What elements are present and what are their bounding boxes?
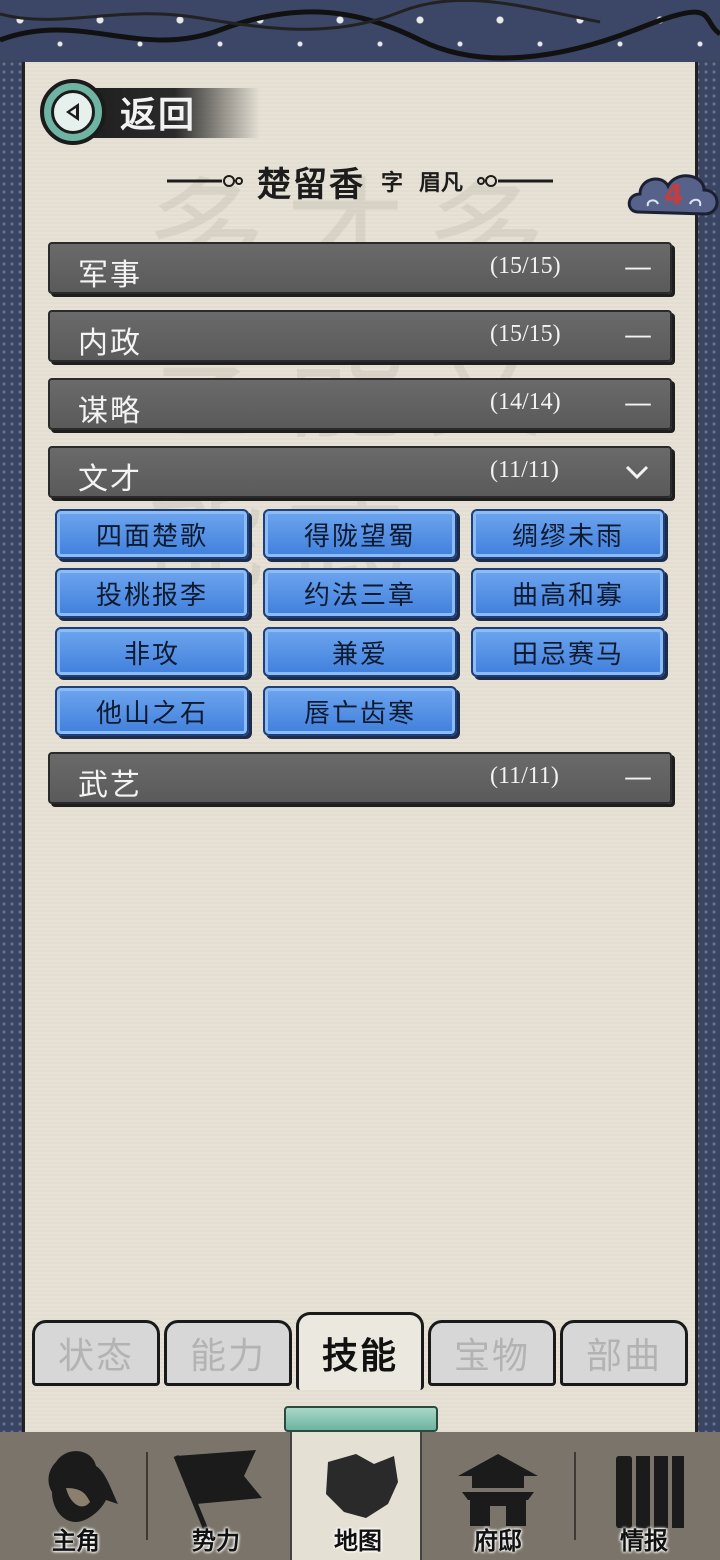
skill-button[interactable]: 绸缪未雨 [471,509,665,559]
tab-troops[interactable]: 部曲 [560,1320,688,1386]
skill-button[interactable]: 得陇望蜀 [263,509,457,559]
skill-button[interactable]: 四面楚歌 [55,509,249,559]
category-literary[interactable]: 文才 (11/11) [48,446,672,498]
category-label: 军事 [78,258,142,293]
tab-skills[interactable]: 技能 [296,1312,424,1390]
category-label: 文才 [78,462,142,497]
category-count: (11/11) [490,763,559,789]
category-martial[interactable]: 武艺 (11/11) — [48,752,672,804]
character-title: 楚留香 字 眉凡 [0,156,720,206]
category-strategy[interactable]: 谋略 (14/14) — [48,378,672,430]
nav-map[interactable]: 地图 [284,1406,438,1560]
collapse-icon: — [624,318,652,351]
vine-pattern-icon [0,0,720,61]
collapse-icon: — [624,386,652,419]
skill-button[interactable]: 非攻 [55,627,249,677]
skill-button[interactable]: 曲高和寡 [471,568,665,618]
nav-label: 府邸 [474,1526,522,1555]
collapse-icon: — [624,760,652,793]
tab-treasure[interactable]: 宝物 [428,1320,556,1386]
nav-intel[interactable]: 情报 [578,1432,710,1560]
zi-label: 字 [380,170,403,196]
character-name: 楚留香 [256,164,365,205]
category-count: (14/14) [490,389,561,415]
back-button[interactable]: 返回 [40,78,260,146]
skill-button[interactable]: 唇亡齿寒 [263,686,457,736]
category-label: 谋略 [78,394,142,429]
mansion-icon [458,1454,538,1526]
skill-button[interactable]: 约法三章 [263,568,457,618]
category-military[interactable]: 军事 (15/15) — [48,242,672,294]
category-administration[interactable]: 内政 (15/15) — [48,310,672,362]
collapse-icon: — [624,250,652,283]
nav-label: 地图 [334,1526,382,1555]
warrior-portrait-icon [48,1451,118,1522]
flag-icon [173,1450,262,1531]
title-ornament-left-icon [166,175,243,187]
map-icon [326,1454,398,1518]
category-count: (11/11) [490,457,559,483]
nav-protagonist[interactable]: 主角 [10,1432,142,1560]
back-label: 返回 [120,94,197,136]
nav-label: 情报 [620,1526,668,1555]
tab-status[interactable]: 状态 [32,1320,160,1386]
courtesy-name: 眉凡 [419,170,464,196]
nav-mansion[interactable]: 府邸 [432,1432,564,1560]
skill-button[interactable]: 他山之石 [55,686,249,736]
top-decorative-band [0,0,720,66]
category-count: (15/15) [490,253,561,279]
category-label: 武艺 [78,768,142,803]
bottom-navigation: 主角 势力 地图 府邸 情报 [0,1406,720,1560]
title-ornament-right-icon [477,175,554,187]
scroll-icon [616,1456,684,1528]
skill-button[interactable]: 兼爱 [263,627,457,677]
category-label: 内政 [78,326,142,361]
nav-label: 主角 [52,1526,100,1555]
skill-button[interactable]: 投桃报李 [55,568,249,618]
cloud-badge[interactable]: 4 [626,168,720,226]
chevron-down-icon [624,454,650,487]
back-arrow-icon [40,79,106,145]
tab-ability[interactable]: 能力 [164,1320,292,1386]
nav-faction[interactable]: 势力 [150,1432,282,1560]
category-count: (15/15) [490,321,561,347]
nav-label: 势力 [192,1526,240,1555]
badge-count: 4 [664,178,684,211]
skill-button[interactable]: 田忌赛马 [471,627,665,677]
